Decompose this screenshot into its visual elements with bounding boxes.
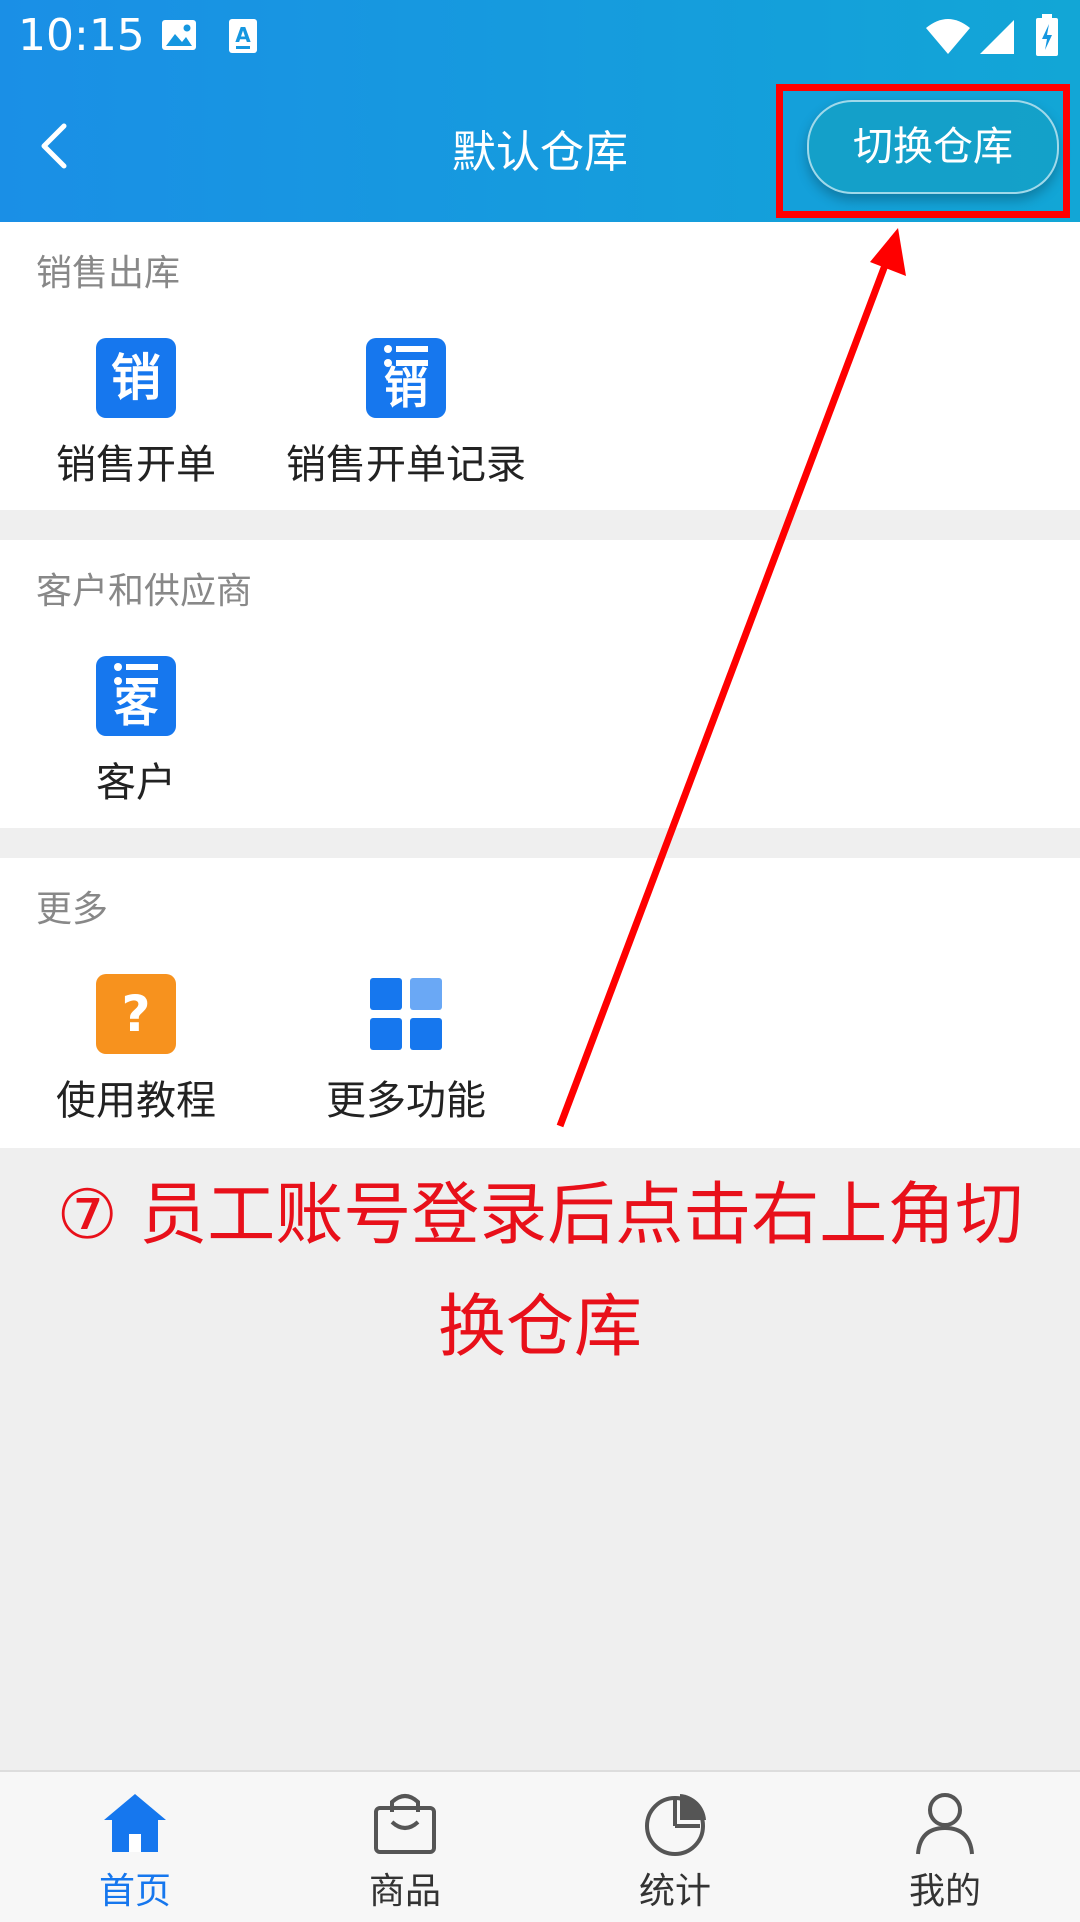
tab-label: 商品 [368, 1871, 441, 1912]
home-icon [104, 1794, 166, 1852]
annotation-text: ⑦ 员工账号登录后点击右上角切换仓库 [30, 1160, 1050, 1384]
pie-chart-icon [645, 1794, 706, 1856]
tab-label: 统计 [638, 1871, 711, 1912]
user-icon [916, 1793, 974, 1855]
tab-products[interactable]: 商品 [270, 1772, 540, 1922]
tab-statistics[interactable]: 统计 [540, 1772, 810, 1922]
tab-mine[interactable]: 我的 [810, 1772, 1080, 1922]
tab-label: 我的 [908, 1871, 981, 1912]
bottom-tab-bar: 首页 商品 统计 我的 [0, 1770, 1080, 1922]
annotation-body: 员工账号登录后点击右上角切换仓库 [139, 1176, 1024, 1367]
tab-label: 首页 [98, 1871, 171, 1912]
annotation-arrow [556, 228, 906, 1128]
shopping-bag-icon [374, 1794, 436, 1854]
tab-home[interactable]: 首页 [0, 1772, 270, 1922]
step-marker: ⑦ [56, 1176, 118, 1255]
